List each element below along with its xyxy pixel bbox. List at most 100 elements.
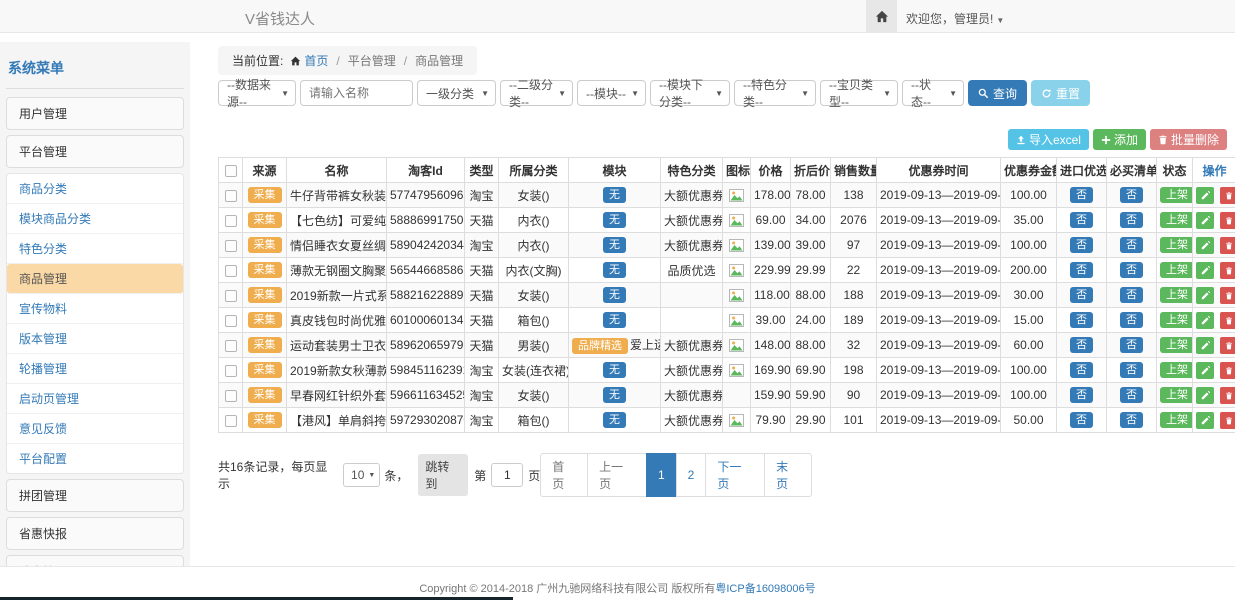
batch-delete-button[interactable]: 批量删除 xyxy=(1150,129,1227,150)
add-button[interactable]: 添加 xyxy=(1093,129,1146,150)
row-checkbox[interactable] xyxy=(225,290,237,302)
filter-source-select[interactable]: --数据来源--▼ xyxy=(218,80,296,106)
sidebar-subitem[interactable]: 启动页管理 xyxy=(7,384,183,414)
edit-button[interactable] xyxy=(1196,287,1214,304)
sidebar-subitem[interactable]: 轮播管理 xyxy=(7,354,183,384)
filter-category1-select[interactable]: 一级分类▼ xyxy=(417,80,496,106)
edit-button[interactable] xyxy=(1196,312,1214,329)
edit-button[interactable] xyxy=(1196,212,1214,229)
delete-button[interactable] xyxy=(1220,287,1235,304)
sidebar-item-news[interactable]: 省惠快报 xyxy=(6,517,184,550)
delete-button[interactable] xyxy=(1220,212,1235,229)
status-toggle[interactable]: 上架 xyxy=(1160,212,1193,228)
sidebar-item-group-buy[interactable]: 拼团管理 xyxy=(6,479,184,512)
status-toggle[interactable]: 上架 xyxy=(1160,262,1193,278)
delete-button[interactable] xyxy=(1220,187,1235,204)
import-select-toggle[interactable]: 否 xyxy=(1070,412,1093,428)
status-toggle[interactable]: 上架 xyxy=(1160,337,1193,353)
sidebar-subitem[interactable]: 意见反馈 xyxy=(7,414,183,444)
import-select-toggle[interactable]: 否 xyxy=(1070,187,1093,203)
must-buy-toggle[interactable]: 否 xyxy=(1120,187,1143,203)
row-checkbox[interactable] xyxy=(225,340,237,352)
must-buy-toggle[interactable]: 否 xyxy=(1120,412,1143,428)
page-number-input[interactable] xyxy=(491,463,523,487)
sidebar-subitem-active[interactable]: 商品管理 xyxy=(7,264,183,294)
edit-button[interactable] xyxy=(1196,187,1214,204)
status-toggle[interactable]: 上架 xyxy=(1160,237,1193,253)
must-buy-toggle[interactable]: 否 xyxy=(1120,312,1143,328)
breadcrumb-home-link[interactable]: 首页 xyxy=(304,52,328,69)
select-all-checkbox[interactable] xyxy=(225,165,237,177)
delete-button[interactable] xyxy=(1220,412,1235,429)
page-button-2[interactable]: 2 xyxy=(676,453,707,497)
jump-button[interactable]: 跳转到 xyxy=(418,454,468,496)
sidebar-subitem[interactable]: 宣传物料 xyxy=(7,294,183,324)
import-select-toggle[interactable]: 否 xyxy=(1070,362,1093,378)
home-button[interactable] xyxy=(866,0,897,32)
delete-button[interactable] xyxy=(1220,312,1235,329)
row-checkbox[interactable] xyxy=(225,265,237,277)
status-toggle[interactable]: 上架 xyxy=(1160,312,1193,328)
status-toggle[interactable]: 上架 xyxy=(1160,412,1193,428)
search-button[interactable]: 查询 xyxy=(968,80,1027,106)
edit-button[interactable] xyxy=(1196,262,1214,279)
status-toggle[interactable]: 上架 xyxy=(1160,187,1193,203)
filter-item-type-select[interactable]: --宝贝类型--▼ xyxy=(820,80,898,106)
import-select-toggle[interactable]: 否 xyxy=(1070,287,1093,303)
breadcrumb-item[interactable]: 平台管理 xyxy=(348,52,396,69)
must-buy-toggle[interactable]: 否 xyxy=(1120,387,1143,403)
status-toggle[interactable]: 上架 xyxy=(1160,362,1193,378)
row-checkbox[interactable] xyxy=(225,365,237,377)
import-select-toggle[interactable]: 否 xyxy=(1070,312,1093,328)
edit-button[interactable] xyxy=(1196,337,1214,354)
last-page-button[interactable]: 末页 xyxy=(764,453,812,497)
must-buy-toggle[interactable]: 否 xyxy=(1120,262,1143,278)
import-select-toggle[interactable]: 否 xyxy=(1070,237,1093,253)
next-page-button[interactable]: 下一页 xyxy=(705,453,765,497)
sidebar-subitem[interactable]: 特色分类 xyxy=(7,234,183,264)
reset-button[interactable]: 重置 xyxy=(1031,80,1090,106)
filter-module-sub-select[interactable]: --模块下分类--▼ xyxy=(650,80,730,106)
edit-button[interactable] xyxy=(1196,412,1214,429)
sidebar-item-platform-mgmt[interactable]: 平台管理 xyxy=(6,135,184,168)
edit-button[interactable] xyxy=(1196,387,1214,404)
row-checkbox[interactable] xyxy=(225,240,237,252)
delete-button[interactable] xyxy=(1220,337,1235,354)
row-checkbox[interactable] xyxy=(225,390,237,402)
filter-special-select[interactable]: --特色分类--▼ xyxy=(734,80,816,106)
must-buy-toggle[interactable]: 否 xyxy=(1120,237,1143,253)
page-size-select[interactable]: 10▼ xyxy=(343,463,380,487)
row-checkbox[interactable] xyxy=(225,415,237,427)
import-excel-button[interactable]: 导入excel xyxy=(1008,129,1089,150)
delete-button[interactable] xyxy=(1220,362,1235,379)
status-toggle[interactable]: 上架 xyxy=(1160,387,1193,403)
filter-status-select[interactable]: --状态--▼ xyxy=(902,80,964,106)
prev-page-button[interactable]: 上一页 xyxy=(587,453,647,497)
must-buy-toggle[interactable]: 否 xyxy=(1120,337,1143,353)
must-buy-toggle[interactable]: 否 xyxy=(1120,212,1143,228)
sidebar-subitem[interactable]: 模块商品分类 xyxy=(7,204,183,234)
import-select-toggle[interactable]: 否 xyxy=(1070,387,1093,403)
row-checkbox[interactable] xyxy=(225,315,237,327)
status-toggle[interactable]: 上架 xyxy=(1160,287,1193,303)
icp-link[interactable]: 粤ICP备16098006号 xyxy=(715,583,815,595)
import-select-toggle[interactable]: 否 xyxy=(1070,262,1093,278)
filter-module-select[interactable]: --模块--▼ xyxy=(577,80,646,106)
sidebar-subitem[interactable]: 商品分类 xyxy=(7,174,183,204)
must-buy-toggle[interactable]: 否 xyxy=(1120,287,1143,303)
row-checkbox[interactable] xyxy=(225,215,237,227)
must-buy-toggle[interactable]: 否 xyxy=(1120,362,1143,378)
row-checkbox[interactable] xyxy=(225,190,237,202)
first-page-button[interactable]: 首页 xyxy=(540,453,588,497)
filter-category2-select[interactable]: --二级分类--▼ xyxy=(500,80,573,106)
sidebar-subitem[interactable]: 平台配置 xyxy=(7,444,183,473)
delete-button[interactable] xyxy=(1220,262,1235,279)
edit-button[interactable] xyxy=(1196,362,1214,379)
sidebar-item-user-mgmt[interactable]: 用户管理 xyxy=(6,97,184,130)
page-button-1[interactable]: 1 xyxy=(646,453,677,497)
name-search-input[interactable] xyxy=(300,80,413,106)
sidebar-subitem[interactable]: 版本管理 xyxy=(7,324,183,354)
edit-button[interactable] xyxy=(1196,237,1214,254)
delete-button[interactable] xyxy=(1220,387,1235,404)
user-menu[interactable]: 欢迎您，管理员!▼ xyxy=(906,10,1004,27)
